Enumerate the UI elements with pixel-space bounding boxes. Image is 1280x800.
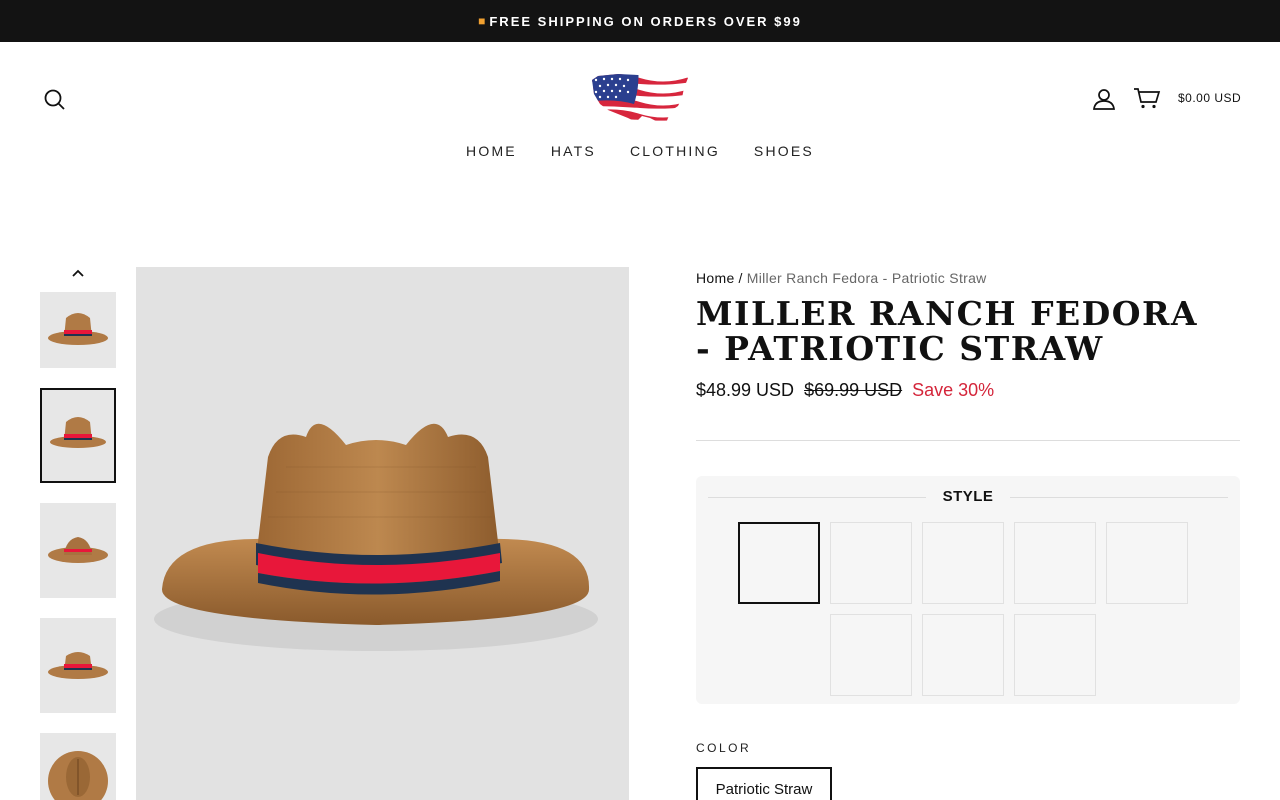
compare-at-price: $69.99 USD [804, 380, 903, 400]
cart-icon[interactable] [1132, 85, 1162, 111]
thumbnail-5[interactable] [40, 733, 116, 800]
color-label: COLOR [696, 741, 752, 755]
style-label: STYLE [942, 488, 994, 505]
nav-hats[interactable]: HATS [534, 143, 613, 159]
store-logo[interactable] [588, 66, 692, 132]
nav-clothing[interactable]: CLOTHING [613, 143, 737, 159]
truck-icon: ■ [478, 14, 488, 28]
style-header: STYLE [708, 488, 1228, 508]
style-option-3[interactable] [922, 522, 1004, 604]
price-row: $48.99 USD $69.99 USD Save 30% [696, 380, 994, 401]
sale-price: $48.99 USD [696, 380, 795, 400]
thumbnail-up-chevron-icon[interactable] [70, 266, 86, 280]
style-option-5[interactable] [1106, 522, 1188, 604]
thumbnail-2[interactable] [40, 388, 116, 483]
account-icon[interactable] [1091, 86, 1117, 112]
breadcrumb-current: Miller Ranch Fedora - Patriotic Straw [746, 270, 987, 286]
thumbnail-3[interactable] [40, 503, 116, 598]
style-option-2[interactable] [830, 522, 912, 604]
product-title: MILLER RANCH FEDORA - PATRIOTIC STRAW [696, 294, 1199, 368]
nav-home[interactable]: HOME [449, 143, 534, 159]
thumbnail-1[interactable] [40, 292, 116, 368]
style-option-1[interactable] [738, 522, 820, 604]
style-option-4[interactable] [1014, 522, 1096, 604]
main-product-image[interactable] [136, 267, 629, 800]
style-selector: STYLE [696, 476, 1240, 704]
search-icon[interactable] [42, 87, 68, 113]
style-option-6[interactable] [830, 614, 912, 696]
announcement-text: FREE SHIPPING ON ORDERS OVER $99 [489, 13, 802, 29]
style-option-7[interactable] [922, 614, 1004, 696]
breadcrumb-separator: / [738, 270, 743, 286]
thumbnail-4[interactable] [40, 618, 116, 713]
style-option-8[interactable] [1014, 614, 1096, 696]
divider [696, 440, 1240, 441]
announcement-bar: ■ FREE SHIPPING ON ORDERS OVER $99 [0, 0, 1280, 42]
main-nav: HOME HATS CLOTHING SHOES [0, 143, 1280, 159]
breadcrumb: Home / Miller Ranch Fedora - Patriotic Str… [696, 270, 987, 286]
save-badge: Save 30% [912, 380, 995, 400]
color-option-patriotic-straw[interactable]: Patriotic Straw [696, 767, 832, 800]
breadcrumb-home[interactable]: Home [696, 270, 735, 286]
nav-shoes[interactable]: SHOES [737, 143, 831, 159]
cart-total[interactable]: $0.00 USD [1178, 91, 1241, 105]
